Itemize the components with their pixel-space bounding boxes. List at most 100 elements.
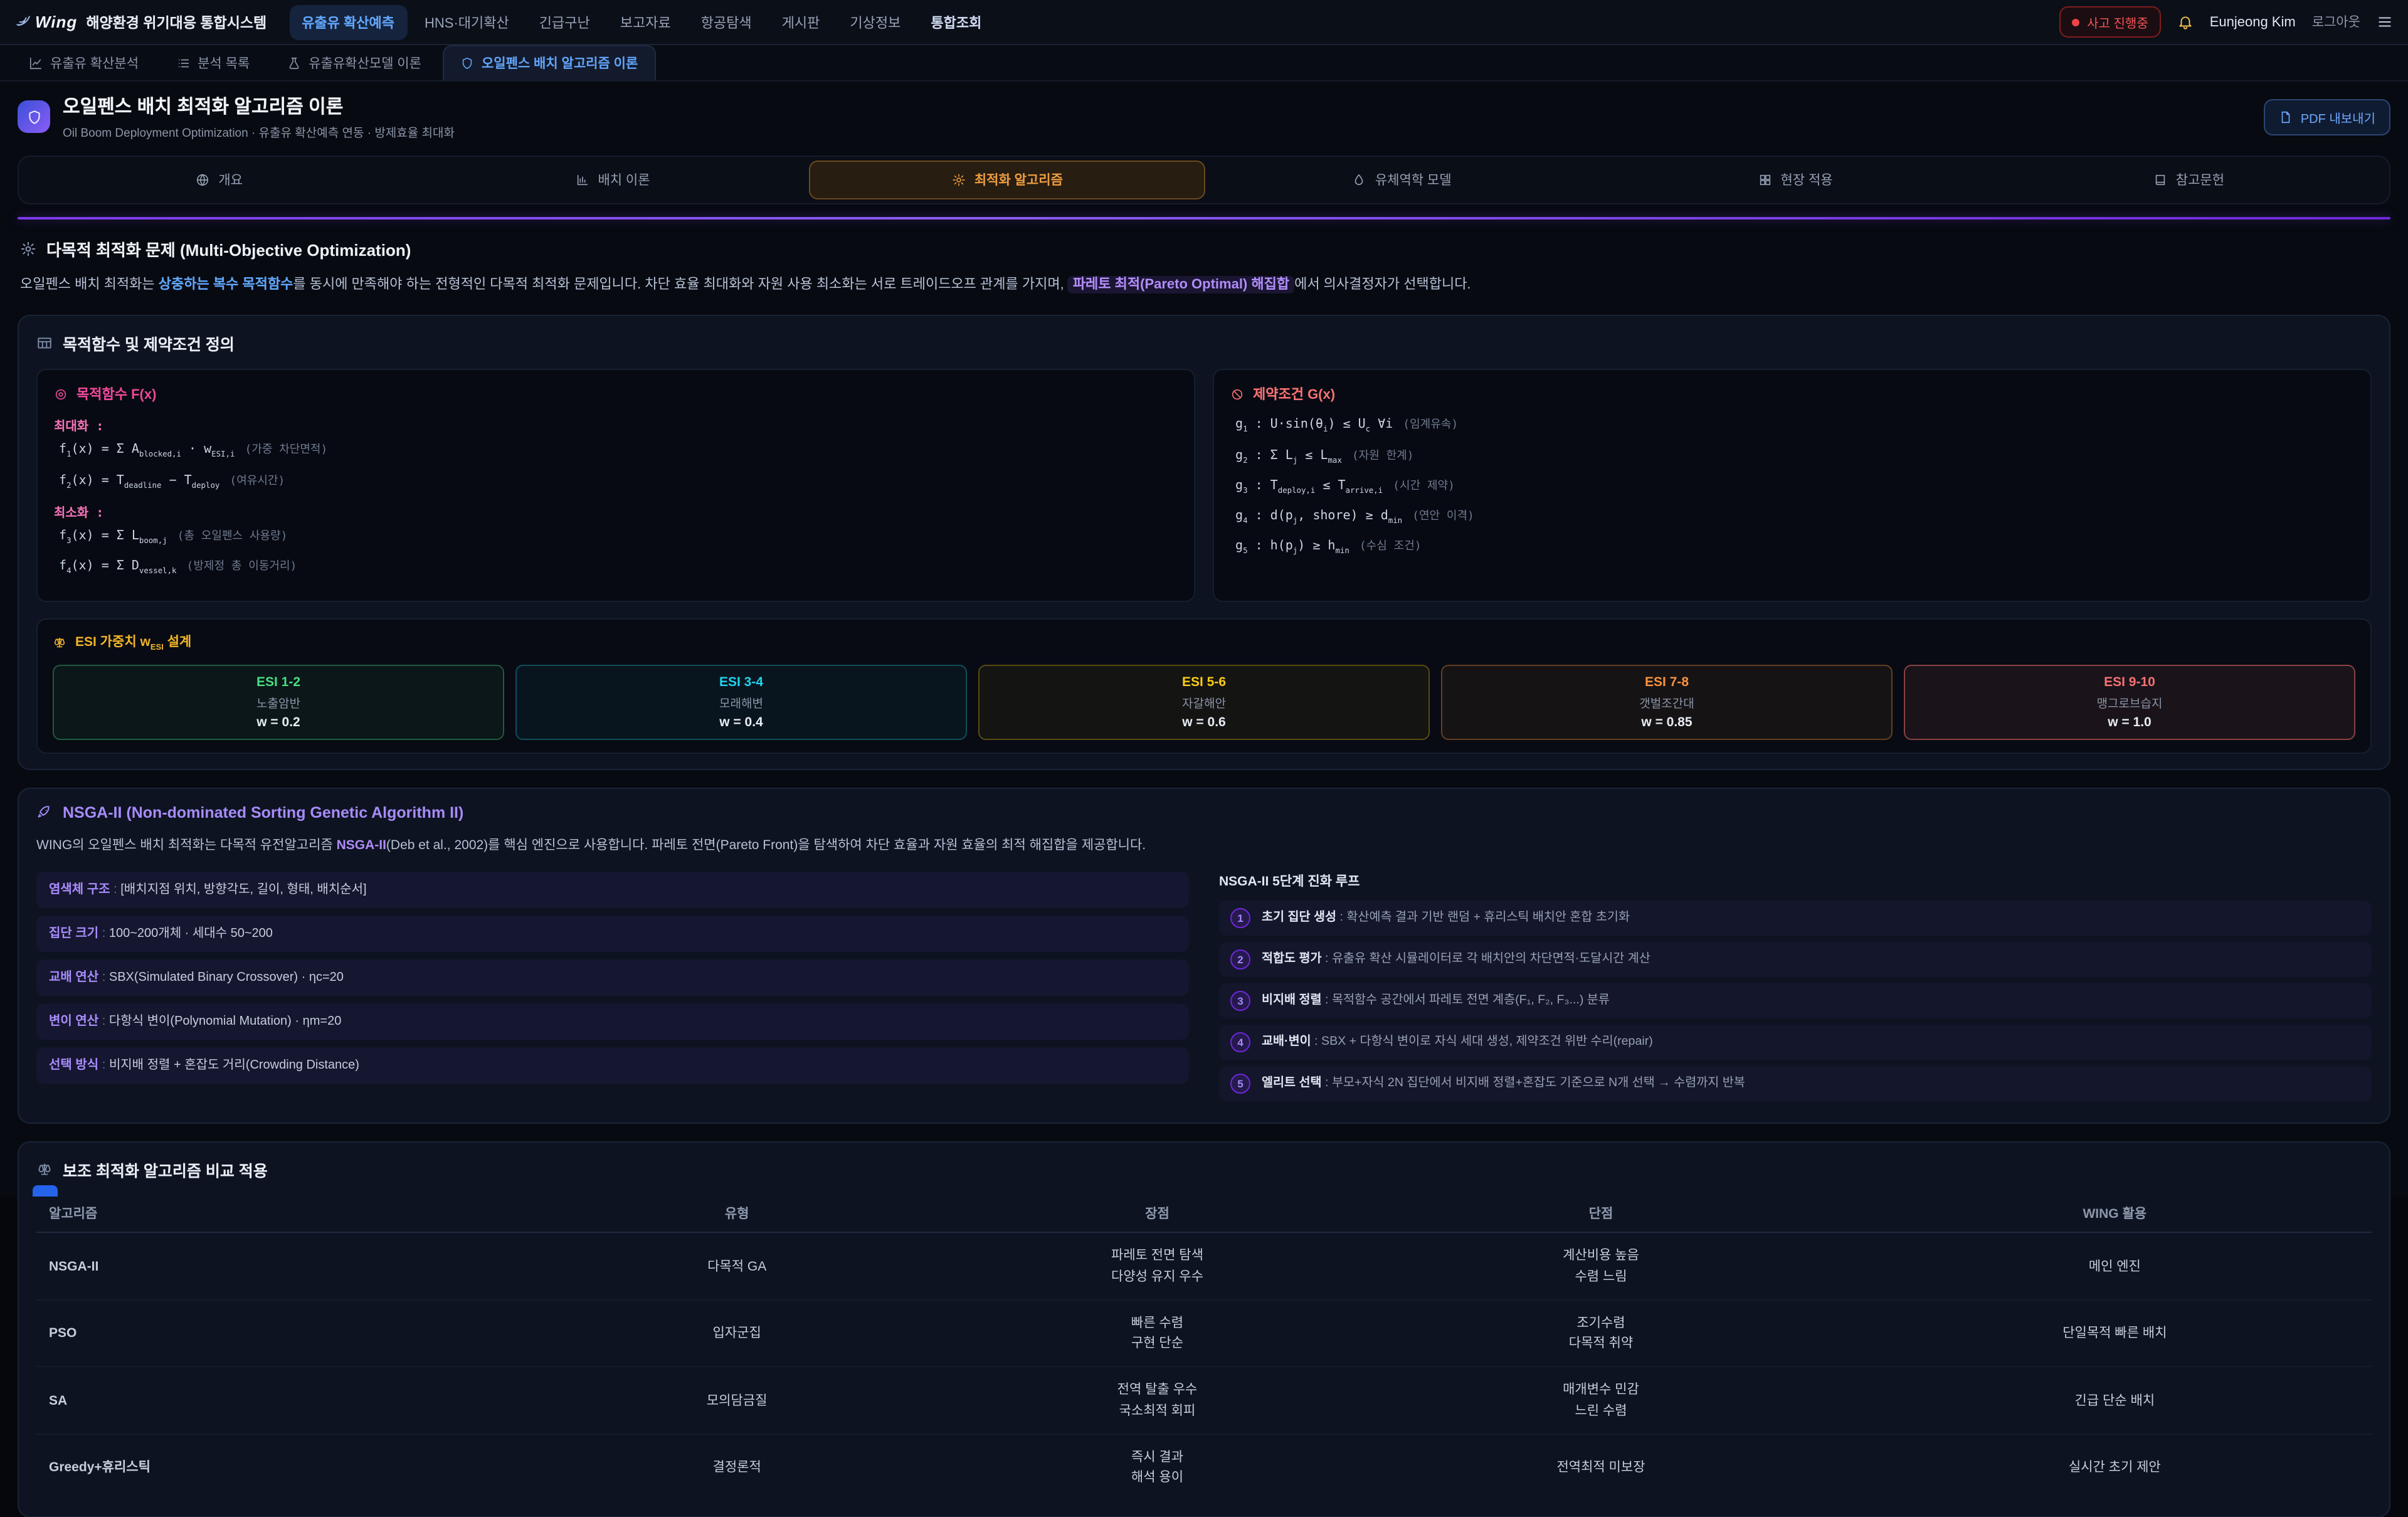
nav-item-weather[interactable]: 기상정보: [837, 4, 913, 40]
loop-title: NSGA-II 5단계 진화 루프: [1219, 872, 2372, 891]
incident-dot-icon: [2072, 18, 2079, 26]
comparison-card-title: 보조 최적화 알고리즘 비교 적용: [36, 1158, 2372, 1182]
wing-logo-icon: [15, 14, 31, 30]
nav-item-emergency-rescue[interactable]: 긴급구난: [527, 4, 603, 40]
table-row-nsga2: NSGA-II 다목적 GA 파레토 전면 탐색다양성 유지 우수 계산비용 높…: [36, 1233, 2372, 1300]
scales-icon: [36, 1162, 53, 1178]
constraint-panel: 제약조건 G(x) g1 : U·sin(θi) ≤ Uc ∀i(임계유속) g…: [1213, 369, 2372, 603]
step-number-badge: 4: [1230, 1033, 1250, 1053]
page-subtitle: Oil Boom Deployment Optimization · 유출유 확…: [63, 123, 455, 140]
target-icon: [54, 388, 68, 401]
col-header-wing-usage: WING 활용: [1858, 1196, 2372, 1233]
esi-card-grid: ESI 1-2 노출암반 w = 0.2 ESI 3-4 모래해변 w = 0.…: [53, 664, 2355, 739]
tab-spill-model-theory[interactable]: 유출유확산모델 이론: [271, 46, 438, 80]
constraint-g1: g1 : U·sin(θi) ≤ Uc ∀i(임계유속): [1235, 416, 2354, 436]
step-number-badge: 5: [1230, 1074, 1250, 1094]
incident-status-badge[interactable]: 사고 진행중: [2059, 6, 2161, 38]
nsga-card: NSGA-II (Non-dominated Sorting Genetic A…: [18, 787, 2390, 1124]
tab-spill-analysis[interactable]: 유출유 확산분석: [13, 46, 155, 80]
book-icon: [2153, 173, 2167, 187]
section-tab-deployment-theory[interactable]: 배치 이론: [416, 161, 809, 199]
pdf-export-button[interactable]: PDF 내보내기: [2264, 98, 2390, 135]
formula-f3: f3(x) = Σ Lboom,j(총 오일펜스 사용량): [59, 527, 1178, 547]
nav-item-hns-dispersion[interactable]: HNS·대기확산: [412, 4, 522, 40]
formula-f1: f1(x) = Σ Ablocked,i · wESI,i(가중 차단면적): [59, 441, 1178, 462]
col-header-pros: 장점: [971, 1196, 1344, 1233]
flask-icon: [287, 56, 301, 70]
nsga-parameter-list: 염색체 구조 : [배치지점 위치, 방향각도, 길이, 형태, 배치순서] 집…: [36, 872, 1189, 1108]
chart-icon: [29, 56, 43, 70]
loop-step-5: 5 엘리트 선택 : 부모+자식 2N 집단에서 비지배 정렬+혼잡도 기준으로…: [1219, 1067, 2372, 1102]
loop-step-2: 2 적합도 평가 : 유출유 확산 시뮬레이터로 각 배치안의 차단면적·도달시…: [1219, 943, 2372, 978]
col-header-cons: 단점: [1344, 1196, 1857, 1233]
notification-bell-button[interactable]: [2177, 14, 2194, 30]
gear-icon: [20, 241, 36, 257]
bell-icon: [2177, 14, 2194, 30]
col-header-type: 유형: [504, 1196, 971, 1233]
nav-item-spill-prediction[interactable]: 유출유 확산예측: [289, 4, 407, 40]
app-root: Wing 해양환경 위기대응 통합시스템 유출유 확산예측 HNS·대기확산 긴…: [0, 0, 2408, 1197]
user-name: Eunjeong Kim: [2210, 14, 2296, 29]
esi-panel-title: ESI 가중치 wESI 설계: [53, 633, 2355, 653]
menu-button[interactable]: [2377, 14, 2393, 30]
topbar-right-cluster: 사고 진행중 Eunjeong Kim 로그아웃: [2059, 6, 2393, 38]
param-row-population: 집단 크기 : 100~200개체 · 세대수 50~200: [36, 916, 1189, 953]
shield-icon: [460, 56, 474, 70]
grid-icon: [1758, 173, 1772, 187]
param-row-mutation: 변이 연산 : 다항식 변이(Polynomial Mutation) · ηm…: [36, 1004, 1189, 1040]
col-header-algorithm: 알고리즘: [36, 1196, 504, 1233]
corner-widget[interactable]: [33, 1185, 58, 1197]
param-row-chromosome: 염색체 구조 : [배치지점 위치, 방향각도, 길이, 형태, 배치순서]: [36, 872, 1189, 909]
minimize-label: 최소화 :: [54, 502, 1178, 521]
main-nav: 유출유 확산예측 HNS·대기확산 긴급구난 보고자료 항공탐색 게시판 기상정…: [289, 4, 994, 40]
app-logo[interactable]: Wing: [15, 13, 77, 31]
step-number-badge: 2: [1230, 950, 1250, 970]
no-entry-icon: [1230, 388, 1244, 401]
nsga-intro-paragraph: WING의 오일펜스 배치 최적화는 다목적 유전알고리즘 NSGA-II(De…: [36, 835, 2372, 857]
esi-card-5-6: ESI 5-6 자갈해안 w = 0.6: [978, 664, 1430, 739]
brand: Wing 해양환경 위기대응 통합시스템: [15, 12, 267, 32]
top-navigation-bar: Wing 해양환경 위기대응 통합시스템 유출유 확산예측 HNS·대기확산 긴…: [0, 0, 2408, 45]
param-row-selection: 선택 방식 : 비지배 정렬 + 혼잡도 거리(Crowding Distanc…: [36, 1048, 1189, 1084]
table-icon: [36, 336, 53, 352]
nav-item-aerial-search[interactable]: 항공탐색: [689, 4, 764, 40]
moo-section-title: 다목적 최적화 문제 (Multi-Objective Optimization…: [20, 237, 2388, 261]
table-row-greedy: Greedy+휴리스틱 결정론적 즉시 결과해석 용이 전역최적 미보장 실시간…: [36, 1434, 2372, 1501]
formula-f2: f2(x) = Tdeadline − Tdeploy(여유시간): [59, 471, 1178, 492]
section-tab-overview[interactable]: 개요: [23, 161, 416, 199]
page-header: 오일펜스 배치 최적화 알고리즘 이론 Oil Boom Deployment …: [0, 82, 2408, 151]
moo-paragraph: 오일펜스 배치 최적화는 상충하는 복수 목적함수를 동시에 만족해야 하는 전…: [20, 273, 2353, 298]
objectives-card-title: 목적함수 및 제약조건 정의: [36, 332, 2372, 356]
page-title: 오일펜스 배치 최적화 알고리즘 이론: [63, 93, 455, 119]
document-icon: [2279, 110, 2293, 124]
shield-icon: [26, 108, 42, 125]
constraint-g3: g3 : Tdeploy,i ≤ Tarrive,i(시간 제약): [1235, 477, 2354, 497]
nsga-evolution-loop: NSGA-II 5단계 진화 루프 1 초기 집단 생성 : 확산예측 결과 기…: [1219, 872, 2372, 1108]
constraint-g4: g4 : d(pj, shore) ≥ dmin(연안 이격): [1235, 507, 2354, 527]
constraint-formulas: g1 : U·sin(θi) ≤ Uc ∀i(임계유속) g2 : Σ Lj ≤…: [1230, 416, 2354, 558]
loop-step-4: 4 교배·변이 : SBX + 다항식 변이로 자식 세대 생성, 제약조건 위…: [1219, 1025, 2372, 1060]
maximize-label: 최대화 :: [54, 416, 1178, 435]
logout-button[interactable]: 로그아웃: [2312, 13, 2360, 31]
tab-analysis-list[interactable]: 분석 목록: [160, 46, 266, 80]
formula-panels: 목적함수 F(x) 최대화 : f1(x) = Σ Ablocked,i · w…: [36, 369, 2372, 603]
nav-item-board[interactable]: 게시판: [769, 4, 833, 40]
section-tab-references[interactable]: 참고문헌: [1992, 161, 2385, 199]
esi-weights-panel: ESI 가중치 wESI 설계 ESI 1-2 노출암반 w = 0.2 ESI…: [36, 619, 2372, 753]
esi-card-1-2: ESI 1-2 노출암반 w = 0.2: [53, 664, 504, 739]
param-row-crossover: 교배 연산 : SBX(Simulated Binary Crossover) …: [36, 960, 1189, 996]
section-tab-hydrodynamics[interactable]: 유체역학 모델: [1205, 161, 1598, 199]
objective-panel-title: 목적함수 F(x): [54, 384, 1178, 404]
main-content: 개요 배치 이론 최적화 알고리즘 유체역학 모델 현장 적용 참고문헌: [0, 151, 2408, 1517]
table-header-row: 알고리즘 유형 장점 단점 WING 활용: [36, 1196, 2372, 1233]
section-tab-field-application[interactable]: 현장 적용: [1598, 161, 1992, 199]
nav-item-reports[interactable]: 보고자료: [608, 4, 684, 40]
esi-card-9-10: ESI 9-10 맹그로브습지 w = 1.0: [1904, 664, 2355, 739]
constraint-g5: g5 : h(pj) ≥ hmin(수심 조건): [1235, 537, 2354, 558]
globe-icon: [196, 173, 209, 187]
section-tab-optimization-algorithm[interactable]: 최적화 알고리즘: [810, 161, 1205, 199]
nav-item-integrated-search[interactable]: 통합조회: [918, 4, 994, 40]
loop-step-1: 1 초기 집단 생성 : 확산예측 결과 기반 랜덤 + 휴리스틱 배치안 혼합…: [1219, 901, 2372, 936]
tab-boom-algorithm-theory[interactable]: 오일펜스 배치 알고리즘 이론: [443, 45, 655, 80]
list-icon: [176, 56, 190, 70]
